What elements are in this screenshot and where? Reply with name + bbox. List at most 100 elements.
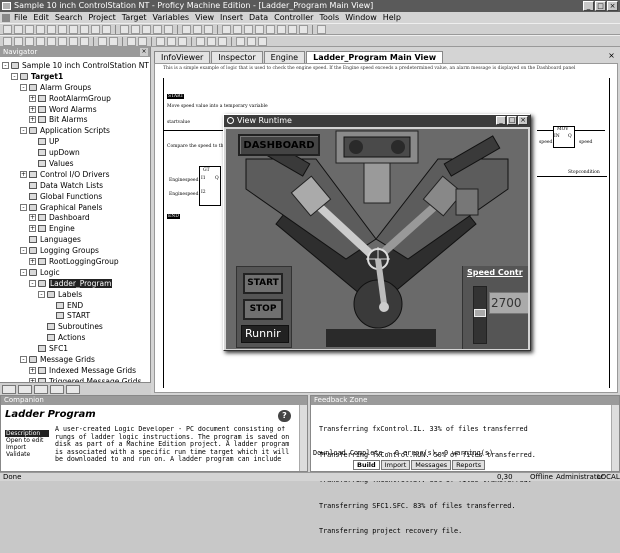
- tree-item[interactable]: + RootLoggingGroup: [2, 256, 150, 267]
- bitmap-icon[interactable]: [299, 24, 308, 34]
- tab-engine[interactable]: Engine: [263, 51, 306, 63]
- cut-icon[interactable]: [47, 24, 56, 34]
- tab-build[interactable]: Build: [353, 460, 380, 470]
- navigator-tab-project[interactable]: [2, 385, 16, 394]
- menu-window[interactable]: Window: [345, 12, 377, 23]
- tree-item[interactable]: Values: [2, 158, 150, 169]
- tab-infoviewer[interactable]: InfoViewer: [154, 51, 211, 63]
- tab-inspector[interactable]: Inspector: [211, 51, 263, 63]
- compile-icon[interactable]: [120, 24, 129, 34]
- menu-controller[interactable]: Controller: [274, 12, 313, 23]
- tree-item[interactable]: Subroutines: [2, 321, 150, 332]
- watch-icon[interactable]: [258, 36, 267, 46]
- tab-messages[interactable]: Messages: [411, 460, 452, 470]
- tree-item[interactable]: - Labels: [2, 289, 150, 300]
- dashboard-button[interactable]: DASHBOARD: [238, 134, 320, 156]
- collapse-icon[interactable]: -: [2, 61, 9, 69]
- tree-item[interactable]: - Alarm Groups: [2, 82, 150, 93]
- redo-icon[interactable]: [91, 24, 100, 34]
- expand-icon[interactable]: +: [29, 94, 36, 102]
- move-icon[interactable]: [80, 36, 89, 46]
- close-document-icon[interactable]: ×: [607, 52, 616, 61]
- variable-icon[interactable]: [236, 36, 245, 46]
- collapse-icon[interactable]: -: [20, 83, 27, 91]
- math-icon[interactable]: [69, 36, 78, 46]
- tree-item[interactable]: UP: [2, 136, 150, 147]
- return-icon[interactable]: [218, 36, 227, 46]
- stop-button[interactable]: STOP: [243, 299, 283, 320]
- run-icon[interactable]: [153, 24, 162, 34]
- monitor-icon[interactable]: [127, 36, 136, 46]
- tree-item[interactable]: - Message Grids: [2, 354, 150, 365]
- expand-icon[interactable]: +: [29, 116, 36, 124]
- tree-item[interactable]: - Sample 10 inch ControlStation NT: [2, 60, 150, 71]
- navigator-tab-toolchest[interactable]: [34, 385, 48, 394]
- navigator-tab-variables[interactable]: [18, 385, 32, 394]
- tree-item[interactable]: + Dashboard: [2, 212, 150, 223]
- menu-variables[interactable]: Variables: [153, 12, 190, 23]
- address-icon[interactable]: [247, 36, 256, 46]
- menu-search[interactable]: Search: [55, 12, 82, 23]
- tree-item[interactable]: Actions: [2, 332, 150, 343]
- expand-icon[interactable]: +: [29, 257, 36, 265]
- expand-icon[interactable]: +: [29, 214, 36, 222]
- collapse-icon[interactable]: -: [29, 279, 36, 287]
- print-icon[interactable]: [36, 24, 45, 34]
- stop-icon[interactable]: [164, 24, 173, 34]
- link-open-to-edit[interactable]: Open to edit: [5, 437, 49, 444]
- collapse-icon[interactable]: -: [20, 127, 27, 135]
- online-icon[interactable]: [98, 36, 107, 46]
- download-icon[interactable]: [131, 24, 140, 34]
- navigator-close-button[interactable]: ×: [140, 48, 148, 56]
- link-description[interactable]: Description: [5, 430, 49, 437]
- move-icon[interactable]: [233, 24, 242, 34]
- navigator-tab-manager[interactable]: [66, 385, 80, 394]
- tree-item[interactable]: - Graphical Panels: [2, 202, 150, 213]
- tree-item[interactable]: END: [2, 300, 150, 311]
- tab-import[interactable]: Import: [380, 460, 411, 470]
- tree-item[interactable]: SFC1: [2, 343, 150, 354]
- runtime-close-button[interactable]: ×: [518, 116, 528, 125]
- expand-icon[interactable]: +: [29, 225, 36, 233]
- link-import[interactable]: Import: [5, 444, 49, 451]
- paste-icon[interactable]: [69, 24, 78, 34]
- rung-add-icon[interactable]: [156, 36, 165, 46]
- tree-item[interactable]: + Engine: [2, 223, 150, 234]
- ellipse-icon[interactable]: [277, 24, 286, 34]
- tree-item[interactable]: Languages: [2, 234, 150, 245]
- force-icon[interactable]: [138, 36, 147, 46]
- expand-icon[interactable]: +: [20, 170, 27, 178]
- maximize-button[interactable]: □: [595, 1, 606, 11]
- tree-item[interactable]: - Ladder_Program: [2, 278, 150, 289]
- link-validate[interactable]: Validate: [5, 451, 49, 458]
- speed-slider[interactable]: [473, 286, 487, 344]
- timer-icon[interactable]: [36, 36, 45, 46]
- close-button[interactable]: ×: [607, 1, 618, 11]
- rung-del-icon[interactable]: [167, 36, 176, 46]
- collapse-icon[interactable]: -: [11, 72, 18, 80]
- tree-item[interactable]: + Bit Alarms: [2, 114, 150, 125]
- menu-tools[interactable]: Tools: [319, 12, 339, 23]
- copy-icon[interactable]: [58, 24, 67, 34]
- line-icon[interactable]: [255, 24, 264, 34]
- tree-item[interactable]: + Indexed Message Grids: [2, 365, 150, 376]
- rotate-icon[interactable]: [244, 24, 253, 34]
- label-icon[interactable]: [196, 36, 205, 46]
- tree-item[interactable]: Data Watch Lists: [2, 180, 150, 191]
- companion-scrollbar[interactable]: [299, 405, 307, 471]
- tree-item[interactable]: - Logging Groups: [2, 245, 150, 256]
- cursor-icon[interactable]: [222, 24, 231, 34]
- new-icon[interactable]: [3, 24, 12, 34]
- open-icon[interactable]: [14, 24, 23, 34]
- tree-item[interactable]: + Word Alarms: [2, 104, 150, 115]
- menu-view[interactable]: View: [195, 12, 214, 23]
- collapse-icon[interactable]: -: [38, 290, 45, 298]
- view-runtime-window[interactable]: View Runtime _ □ × DASHBOARD START STOP …: [223, 114, 531, 351]
- collapse-icon[interactable]: -: [20, 203, 27, 211]
- zoom-in-icon[interactable]: [182, 24, 191, 34]
- help-icon[interactable]: ?: [278, 410, 291, 422]
- offline-icon[interactable]: [109, 36, 118, 46]
- save-icon[interactable]: [25, 24, 34, 34]
- contact-icon[interactable]: [3, 36, 12, 46]
- menu-edit[interactable]: Edit: [33, 12, 49, 23]
